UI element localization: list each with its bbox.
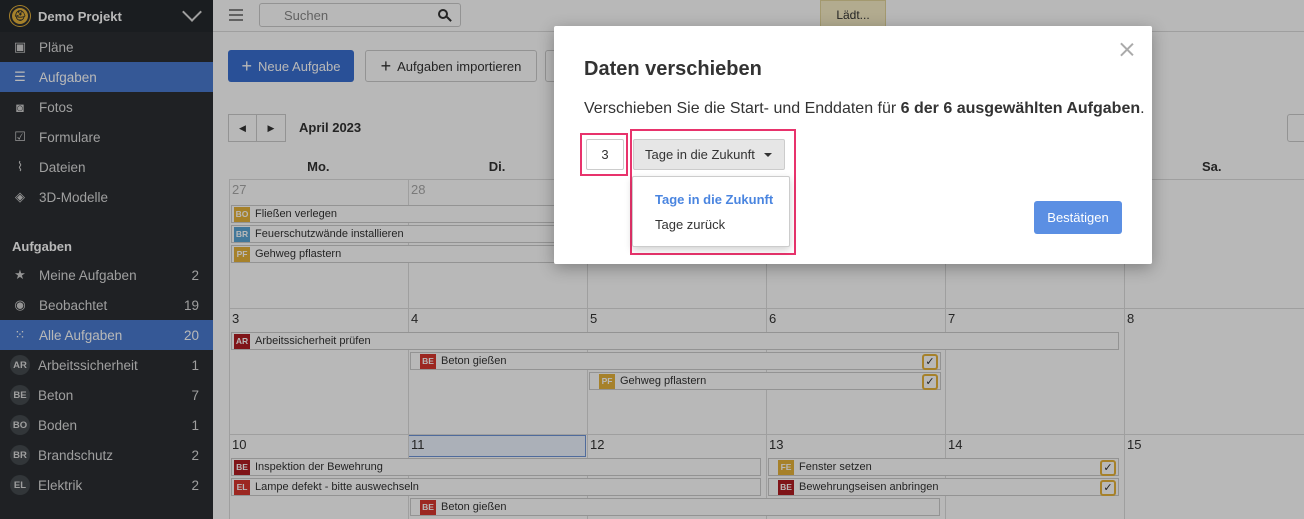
option-back[interactable]: Tage zurück — [655, 217, 725, 232]
caret-down-icon — [764, 153, 772, 157]
select-value: Tage in die Zukunft — [645, 147, 755, 162]
shift-dates-dialog: Daten verschieben Verschieben Sie die St… — [554, 26, 1152, 264]
confirm-button[interactable]: Bestätigen — [1034, 201, 1122, 234]
direction-dropdown: Tage in die Zukunft Tage zurück — [632, 176, 790, 247]
dialog-description: Verschieben Sie die Start- und Enddaten … — [584, 100, 1145, 118]
description-end: . — [1140, 100, 1145, 117]
description-bold: 6 der 6 ausgewählten Aufgaben — [900, 100, 1141, 117]
dialog-title: Daten verschieben — [584, 58, 762, 80]
option-future[interactable]: Tage in die Zukunft — [655, 192, 773, 207]
description-text: Verschieben Sie die Start- und Enddaten … — [584, 100, 901, 117]
direction-select[interactable]: Tage in die Zukunft — [633, 139, 785, 170]
close-icon[interactable] — [1120, 42, 1134, 56]
days-input[interactable]: 3 — [586, 139, 624, 170]
